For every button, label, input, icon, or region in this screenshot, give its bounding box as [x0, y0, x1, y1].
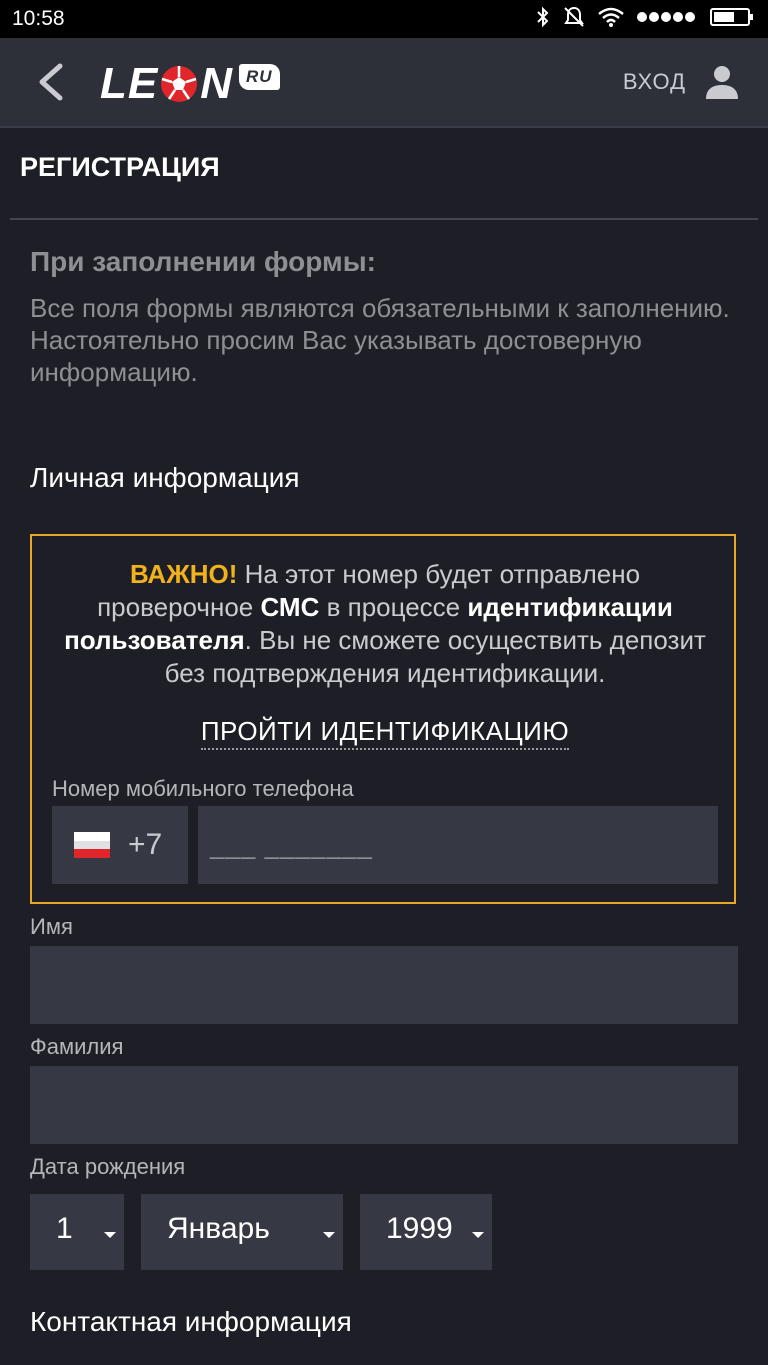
birth-date-label: Дата рождения	[30, 1154, 186, 1179]
important-notice-box: ВАЖНО! На этот номер будет отправлено пр…	[30, 534, 736, 904]
identification-link[interactable]: ПРОЙТИ ИДЕНТИФИКАЦИЮ	[200, 716, 570, 750]
bluetooth-icon	[537, 6, 549, 28]
caret-down-icon	[472, 1232, 484, 1238]
logo-text-right: N	[200, 59, 234, 108]
last-name-label: Фамилия	[30, 1034, 124, 1059]
important-warning-label: ВАЖНО!	[129, 559, 238, 589]
form-notice-text: Все поля формы являются обязательными к …	[30, 292, 738, 388]
identification-link-wrap: ПРОЙТИ ИДЕНТИФИКАЦИЮ	[32, 716, 738, 750]
notice-line-2: Настоятельно просим Вас указывать достов…	[30, 325, 642, 387]
status-bar: 10:58	[0, 0, 768, 38]
section-title-contact: Контактная информация	[30, 1306, 352, 1337]
phone-placeholder: ___ _______	[210, 830, 373, 860]
form-notice-title: При заполнении формы:	[30, 246, 376, 277]
birth-day-select[interactable]: 1	[30, 1194, 124, 1270]
russia-flag-icon	[74, 832, 110, 858]
battery-icon	[710, 8, 753, 26]
birth-month-select[interactable]: Январь	[141, 1194, 343, 1270]
title-divider	[10, 218, 758, 220]
signal-dots-icon	[637, 12, 695, 22]
status-icons	[536, 5, 754, 29]
app-header: LE N RU ВХОД	[0, 38, 768, 128]
last-name-input[interactable]	[30, 1066, 738, 1144]
logo-badge: RU	[239, 64, 280, 90]
login-button[interactable]: ВХОД	[623, 64, 740, 100]
phone-prefix-code: +7	[128, 828, 163, 861]
caret-down-icon	[104, 1232, 116, 1238]
birth-day-value: 1	[56, 1212, 73, 1245]
phone-country-select[interactable]: +7	[52, 806, 188, 884]
wifi-icon	[598, 7, 624, 27]
logo-text-left: LE	[100, 59, 159, 108]
birth-year-select[interactable]: 1999	[360, 1194, 492, 1270]
birth-year-value: 1999	[386, 1212, 453, 1245]
back-button[interactable]	[30, 60, 70, 104]
mute-icon	[564, 6, 584, 27]
user-icon	[706, 66, 738, 99]
page-title: РЕГИСТРАЦИЯ	[20, 152, 220, 182]
first-name-input[interactable]	[30, 946, 738, 1024]
section-title-personal: Личная информация	[30, 462, 300, 493]
chevron-left-icon	[39, 63, 63, 101]
caret-down-icon	[323, 1232, 335, 1238]
football-icon	[161, 66, 198, 102]
birth-month-value: Январь	[167, 1212, 270, 1245]
phone-label: Номер мобильного телефона	[52, 776, 354, 801]
notice-line-1: Все поля формы являются обязательными к …	[30, 293, 730, 323]
login-label: ВХОД	[622, 69, 686, 94]
important-text: ВАЖНО! На этот номер будет отправлено пр…	[64, 559, 706, 688]
phone-input[interactable]: ___ _______	[198, 806, 718, 884]
leon-logo[interactable]: LE N RU	[100, 59, 280, 108]
status-time: 10:58	[12, 7, 65, 30]
first-name-label: Имя	[30, 914, 73, 939]
